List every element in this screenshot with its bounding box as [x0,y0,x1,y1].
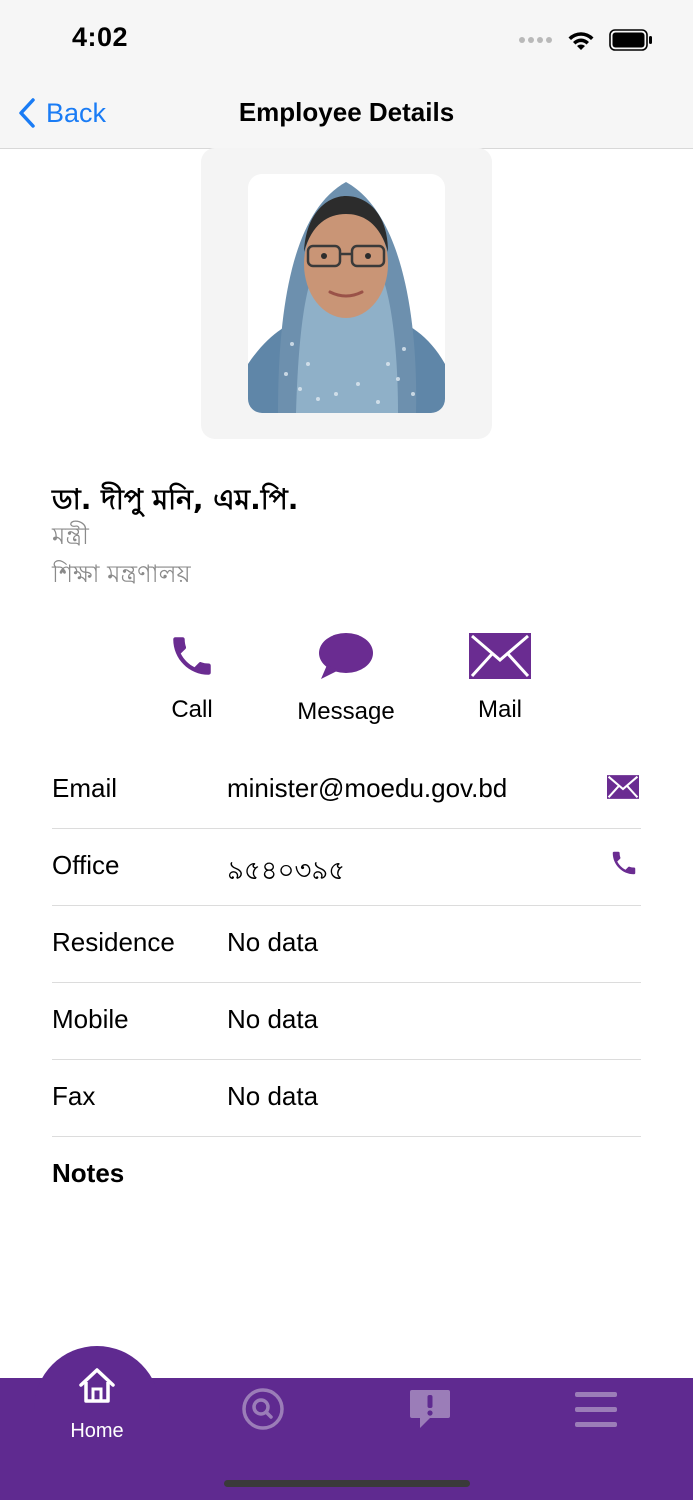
feedback-icon [410,1390,450,1428]
call-label: Call [171,696,213,723]
battery-icon [609,29,652,51]
message-action-button[interactable]: Message [276,624,416,726]
status-time: 4:02 [72,22,129,52]
message-label: Message [297,698,395,725]
navigation-bar: Back Employee Details [0,78,693,149]
detail-label: Residence [52,927,175,957]
chat-bubble-icon [319,633,373,679]
mail-label: Mail [477,696,522,723]
detail-value[interactable]: minister@moedu.gov.bd [227,773,507,804]
envelope-icon [469,633,531,679]
detail-value[interactable]: ৯৫৪০৩৯৫ [227,850,345,894]
email-row-button[interactable] [607,775,639,804]
mail-action-button[interactable]: Mail [430,624,570,724]
tab-home-label: Home [70,1420,124,1442]
tab-feedback[interactable] [408,1388,452,1432]
detail-value: No data [227,1004,319,1034]
employee-designation: মন্ত্রী [52,522,89,550]
home-indicator [224,1480,470,1487]
detail-row-mobile: Mobile No data [52,982,641,1060]
envelope-icon [607,775,639,799]
notes-heading: Notes [52,1158,125,1188]
detail-label: Fax [52,1081,96,1111]
detail-value: No data [227,927,319,957]
tab-home[interactable]: Home [34,1360,160,1450]
tab-menu[interactable] [575,1390,617,1430]
detail-label: Mobile [52,1004,129,1034]
home-icon [79,1368,115,1403]
detail-label: Office [52,850,120,880]
detail-row-email: Email minister@moedu.gov.bd [52,751,641,829]
detail-row-fax: Fax No data [52,1059,641,1137]
page-title: Employee Details [238,97,455,127]
signal-icon [519,37,552,43]
status-bar: 4:02 [0,0,693,78]
detail-value: No data [227,1081,319,1111]
office-call-button[interactable] [609,848,639,883]
detail-row-office: Office ৯৫৪০৩৯৫ [52,828,641,906]
detail-row-residence: Residence No data [52,905,641,983]
employee-name: ডা. দীপু মনি, এম.পি. [52,483,299,516]
tab-search[interactable] [240,1386,286,1432]
menu-icon [575,1392,617,1427]
phone-icon [612,851,636,875]
photo-card [201,148,492,439]
phone-icon [173,637,211,675]
status-icons [519,26,653,54]
detail-label: Email [52,773,118,803]
search-icon [242,1388,284,1430]
employee-photo [248,174,445,413]
wifi-icon [568,32,594,50]
employee-department: শিক্ষা মন্ত্রণালয় [52,560,191,588]
call-action-button[interactable]: Call [122,624,262,724]
